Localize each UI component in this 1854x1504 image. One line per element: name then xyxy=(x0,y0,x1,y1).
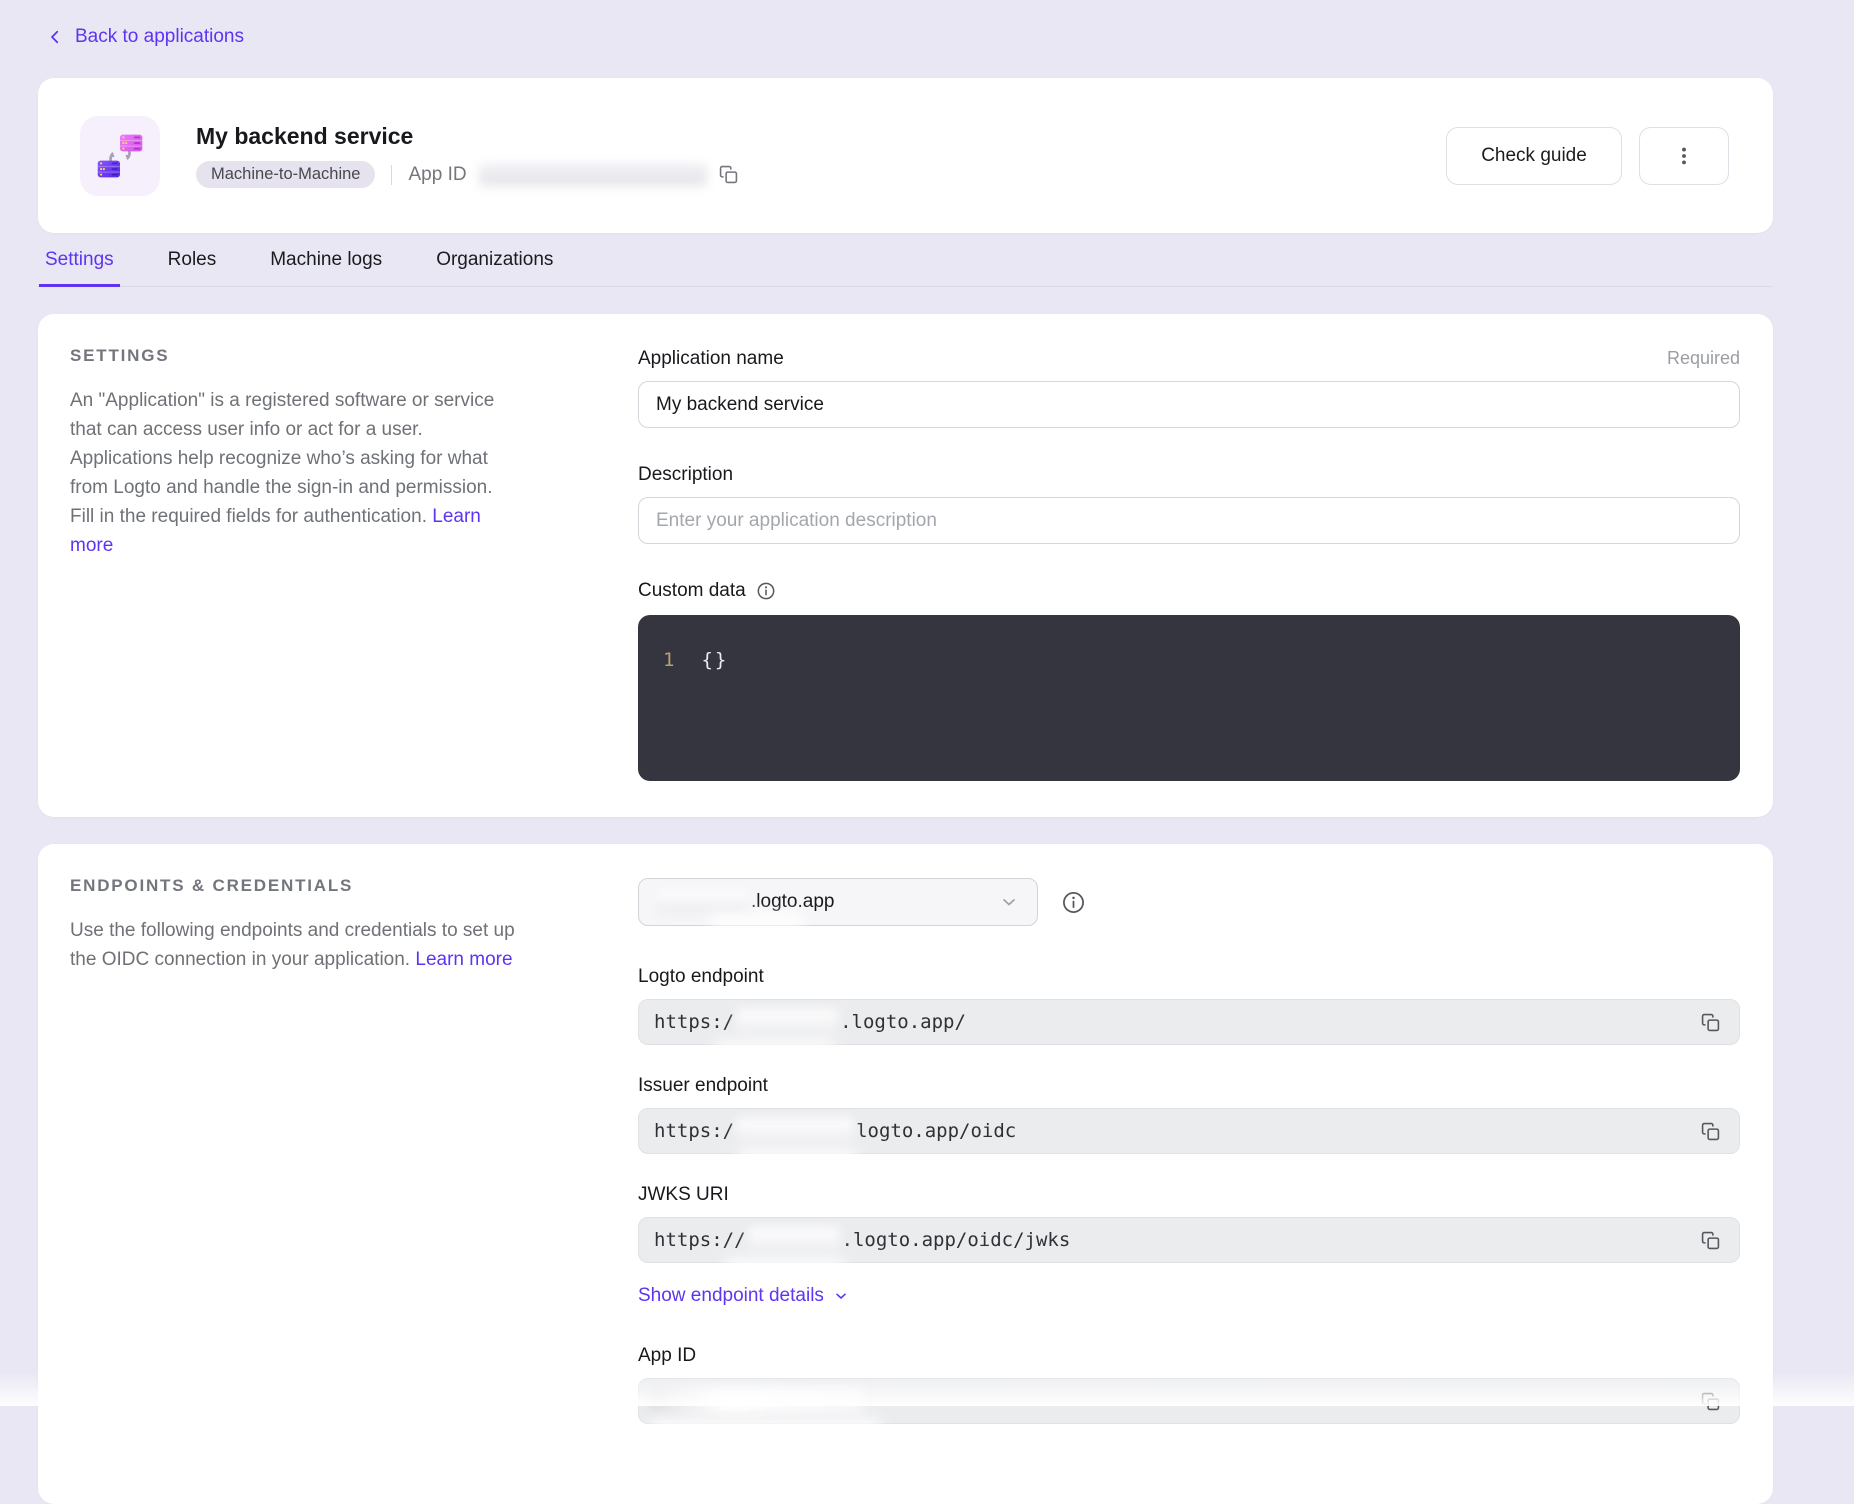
copy-app-id-field-button[interactable] xyxy=(1697,1388,1724,1415)
chevron-left-icon xyxy=(46,28,64,46)
copy-icon xyxy=(1701,1013,1720,1032)
info-icon[interactable] xyxy=(756,581,776,601)
jwks-uri-field-group: JWKS URI https:// .logto.app/oidc/jwks xyxy=(638,1184,1740,1263)
settings-section-heading: SETTINGS xyxy=(70,346,520,366)
application-type-badge: Machine-to-Machine xyxy=(196,161,375,188)
endpoints-section-description: Use the following endpoints and credenti… xyxy=(70,916,520,974)
required-hint: Required xyxy=(1667,348,1740,369)
meta-divider xyxy=(391,165,392,185)
code-line-number: 1 xyxy=(638,649,674,671)
settings-section-description: An "Application" is a registered softwar… xyxy=(70,386,520,560)
settings-card: SETTINGS An "Application" is a registere… xyxy=(38,314,1773,817)
logto-endpoint-label: Logto endpoint xyxy=(638,966,1740,988)
issuer-endpoint-field-group: Issuer endpoint https:/ logto.app/oidc xyxy=(638,1075,1740,1154)
page-title: My backend service xyxy=(196,123,740,151)
code-content: {} xyxy=(701,649,728,671)
tab-machine-logs[interactable]: Machine logs xyxy=(264,245,388,287)
tab-bar: Settings Roles Machine logs Organization… xyxy=(38,245,1773,287)
issuer-endpoint-label: Issuer endpoint xyxy=(638,1075,1740,1097)
settings-intro-column: SETTINGS An "Application" is a registere… xyxy=(70,346,638,781)
check-guide-button[interactable]: Check guide xyxy=(1446,127,1622,185)
code-line: 1 {} xyxy=(638,649,1740,671)
kebab-icon xyxy=(1673,145,1695,167)
custom-data-label: Custom data xyxy=(638,580,776,602)
back-link-label: Back to applications xyxy=(75,26,244,48)
back-to-applications-link[interactable]: Back to applications xyxy=(38,24,1773,50)
endpoint-value-prefix: https:/ xyxy=(654,1120,734,1142)
domain-info-icon[interactable] xyxy=(1061,890,1086,915)
copy-app-id-button[interactable] xyxy=(717,163,740,186)
header-actions: Check guide xyxy=(1446,127,1729,185)
application-header-info: My backend service Machine-to-Machine Ap… xyxy=(196,123,740,189)
domain-select[interactable]: .logto.app xyxy=(638,878,1038,926)
description-label: Description xyxy=(638,464,733,486)
custom-data-field-group: Custom data 1 {} xyxy=(638,580,1740,781)
app-id-field-group: App ID xyxy=(638,1345,1740,1424)
application-meta-row: Machine-to-Machine App ID xyxy=(196,161,740,188)
endpoints-learn-more-link[interactable]: Learn more xyxy=(415,949,512,970)
tab-roles[interactable]: Roles xyxy=(162,245,223,287)
domain-select-row: .logto.app xyxy=(638,878,1740,926)
copy-icon xyxy=(1701,1122,1720,1141)
app-id-value-redacted xyxy=(650,1388,864,1414)
application-name-input[interactable] xyxy=(638,381,1740,428)
endpoints-form-column: .logto.app Logto endpoint https:/ .logto… xyxy=(638,876,1740,1424)
description-field-group: Description xyxy=(638,464,1740,544)
redaction-smudge xyxy=(711,913,803,929)
endpoint-value-redacted xyxy=(736,1118,854,1144)
endpoints-card: ENDPOINTS & CREDENTIALS Use the followin… xyxy=(38,844,1773,1504)
endpoint-value-redacted xyxy=(748,1227,840,1253)
endpoint-value-suffix: .logto.app/ xyxy=(840,1011,966,1033)
m2m-app-icon xyxy=(80,116,160,196)
chevron-down-icon xyxy=(833,1288,849,1304)
copy-icon xyxy=(1701,1231,1720,1250)
copy-icon xyxy=(1701,1392,1720,1411)
show-endpoint-details-link[interactable]: Show endpoint details xyxy=(638,1285,849,1307)
app-id-field-label: App ID xyxy=(638,1345,1740,1367)
app-id-redacted-value xyxy=(479,163,707,186)
app-id-field xyxy=(638,1378,1740,1424)
application-name-label: Application name xyxy=(638,348,784,370)
domain-select-value: .logto.app xyxy=(751,891,834,913)
domain-prefix-redacted xyxy=(657,891,749,913)
endpoints-intro-column: ENDPOINTS & CREDENTIALS Use the followin… xyxy=(70,876,638,1424)
more-actions-button[interactable] xyxy=(1639,127,1729,185)
copy-issuer-endpoint-button[interactable] xyxy=(1697,1118,1724,1145)
application-header-card: My backend service Machine-to-Machine Ap… xyxy=(38,78,1773,233)
tab-settings[interactable]: Settings xyxy=(39,245,120,287)
endpoint-value-prefix: https:// xyxy=(654,1229,746,1251)
app-id-label: App ID xyxy=(408,164,466,186)
endpoint-value-redacted xyxy=(736,1009,838,1035)
custom-data-editor[interactable]: 1 {} xyxy=(638,615,1740,781)
endpoint-value-suffix: .logto.app/oidc/jwks xyxy=(842,1229,1071,1251)
endpoint-value-suffix: logto.app/oidc xyxy=(856,1120,1016,1142)
copy-icon xyxy=(719,165,738,184)
application-name-field-group: Application name Required xyxy=(638,348,1740,428)
description-input[interactable] xyxy=(638,497,1740,544)
issuer-endpoint-field: https:/ logto.app/oidc xyxy=(638,1108,1740,1154)
application-details-page: Back to applications xyxy=(0,0,1854,1504)
logto-endpoint-field: https:/ .logto.app/ xyxy=(638,999,1740,1045)
chevron-down-icon xyxy=(999,892,1019,912)
logto-endpoint-field-group: Logto endpoint https:/ .logto.app/ xyxy=(638,966,1740,1045)
endpoint-value-prefix: https:/ xyxy=(654,1011,734,1033)
copy-logto-endpoint-button[interactable] xyxy=(1697,1009,1724,1036)
copy-jwks-uri-button[interactable] xyxy=(1697,1227,1724,1254)
jwks-uri-label: JWKS URI xyxy=(638,1184,1740,1206)
tab-organizations[interactable]: Organizations xyxy=(430,245,559,287)
jwks-uri-field: https:// .logto.app/oidc/jwks xyxy=(638,1217,1740,1263)
endpoints-section-heading: ENDPOINTS & CREDENTIALS xyxy=(70,876,520,896)
settings-form-column: Application name Required Description Cu… xyxy=(638,346,1740,781)
